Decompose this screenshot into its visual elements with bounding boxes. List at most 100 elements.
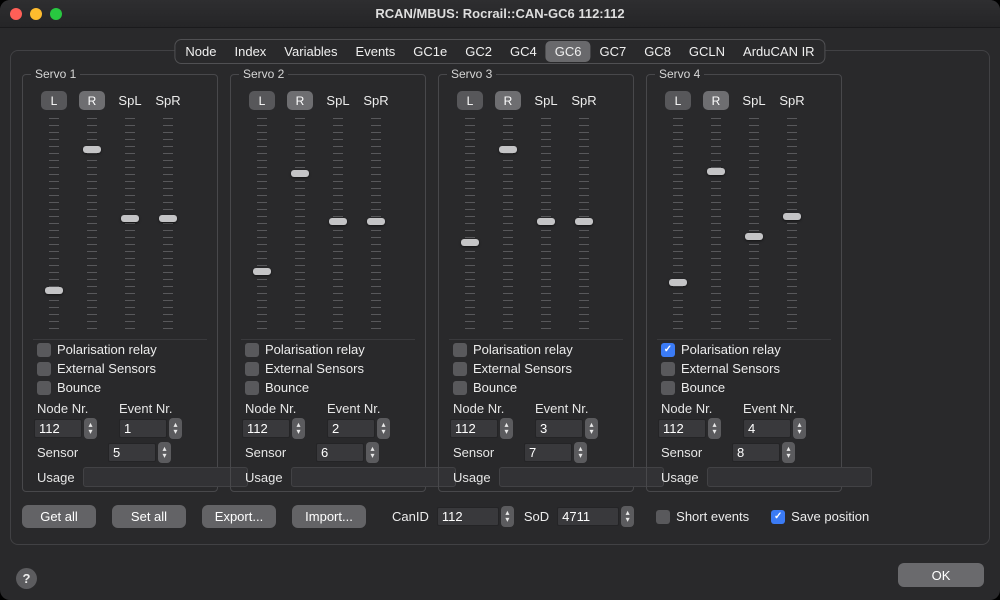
external-sensors-checkbox[interactable]: ✓ <box>661 362 675 376</box>
stepper-down-icon[interactable]: ▾ <box>381 429 385 436</box>
stepper-down-icon[interactable]: ▾ <box>712 429 716 436</box>
bounce-checkbox-row[interactable]: ✓ Bounce <box>647 378 841 397</box>
stepper-down-icon[interactable]: ▾ <box>505 517 509 524</box>
left-position-slider[interactable] <box>659 116 697 334</box>
bounce-checkbox[interactable]: ✓ <box>453 381 467 395</box>
left-position-slider[interactable] <box>451 116 489 334</box>
slider-handle[interactable] <box>367 218 385 225</box>
sensor-field[interactable] <box>316 443 364 462</box>
speed-left-slider[interactable] <box>111 116 149 334</box>
sod-field[interactable] <box>557 507 619 526</box>
left-button[interactable]: L <box>665 91 691 110</box>
import-button[interactable]: Import... <box>292 505 366 528</box>
right-position-slider[interactable] <box>281 116 319 334</box>
right-button[interactable]: R <box>79 91 105 110</box>
node-nr-field[interactable] <box>450 419 498 438</box>
tab-gc2[interactable]: GC2 <box>456 41 501 62</box>
bounce-checkbox-row[interactable]: ✓ Bounce <box>439 378 633 397</box>
right-button[interactable]: R <box>495 91 521 110</box>
tab-gc8[interactable]: GC8 <box>635 41 680 62</box>
slider-handle[interactable] <box>575 218 593 225</box>
bounce-checkbox[interactable]: ✓ <box>245 381 259 395</box>
short-events-checkbox[interactable]: ✓ <box>656 510 670 524</box>
event-nr-field[interactable] <box>119 419 167 438</box>
short-events-checkbox-row[interactable]: ✓ Short events <box>656 509 749 524</box>
event-nr-field[interactable] <box>743 419 791 438</box>
speed-right-slider[interactable] <box>565 116 603 334</box>
zoom-button[interactable] <box>50 8 62 20</box>
slider-handle[interactable] <box>707 168 725 175</box>
speed-left-slider[interactable] <box>735 116 773 334</box>
tab-events[interactable]: Events <box>347 41 405 62</box>
sensor-stepper[interactable]: ▴ ▾ <box>158 442 171 463</box>
node-nr-field[interactable] <box>658 419 706 438</box>
stepper-down-icon[interactable]: ▾ <box>578 453 582 460</box>
left-button[interactable]: L <box>41 91 67 110</box>
external-sensors-checkbox-row[interactable]: ✓ External Sensors <box>23 359 217 378</box>
right-position-slider[interactable] <box>489 116 527 334</box>
polarisation-relay-checkbox[interactable]: ✓ <box>661 343 675 357</box>
event-nr-field[interactable] <box>535 419 583 438</box>
usage-field[interactable] <box>499 467 664 487</box>
sensor-field[interactable] <box>524 443 572 462</box>
slider-handle[interactable] <box>83 146 101 153</box>
slider-handle[interactable] <box>329 218 347 225</box>
external-sensors-checkbox[interactable]: ✓ <box>245 362 259 376</box>
bounce-checkbox[interactable]: ✓ <box>661 381 675 395</box>
polarisation-relay-checkbox[interactable]: ✓ <box>37 343 51 357</box>
minimize-button[interactable] <box>30 8 42 20</box>
bounce-checkbox[interactable]: ✓ <box>37 381 51 395</box>
tab-variables[interactable]: Variables <box>275 41 346 62</box>
right-button[interactable]: R <box>703 91 729 110</box>
left-position-slider[interactable] <box>35 116 73 334</box>
slider-handle[interactable] <box>669 279 687 286</box>
polarisation-relay-checkbox-row[interactable]: ✓ Polarisation relay <box>647 340 841 359</box>
node-nr-stepper[interactable]: ▴ ▾ <box>500 418 513 439</box>
sensor-stepper[interactable]: ▴ ▾ <box>366 442 379 463</box>
usage-field[interactable] <box>83 467 248 487</box>
external-sensors-checkbox-row[interactable]: ✓ External Sensors <box>439 359 633 378</box>
polarisation-relay-checkbox-row[interactable]: ✓ Polarisation relay <box>23 340 217 359</box>
right-button[interactable]: R <box>287 91 313 110</box>
event-nr-stepper[interactable]: ▴ ▾ <box>377 418 390 439</box>
event-nr-stepper[interactable]: ▴ ▾ <box>585 418 598 439</box>
stepper-down-icon[interactable]: ▾ <box>173 429 177 436</box>
speed-right-slider[interactable] <box>773 116 811 334</box>
bounce-checkbox-row[interactable]: ✓ Bounce <box>23 378 217 397</box>
stepper-down-icon[interactable]: ▾ <box>589 429 593 436</box>
sensor-field[interactable] <box>732 443 780 462</box>
slider-handle[interactable] <box>253 268 271 275</box>
tab-index[interactable]: Index <box>225 41 275 62</box>
polarisation-relay-checkbox-row[interactable]: ✓ Polarisation relay <box>231 340 425 359</box>
slider-handle[interactable] <box>783 213 801 220</box>
speed-left-slider[interactable] <box>527 116 565 334</box>
get-all-button[interactable]: Get all <box>22 505 96 528</box>
bounce-checkbox-row[interactable]: ✓ Bounce <box>231 378 425 397</box>
polarisation-relay-checkbox[interactable]: ✓ <box>245 343 259 357</box>
usage-field[interactable] <box>707 467 872 487</box>
slider-handle[interactable] <box>499 146 517 153</box>
left-button[interactable]: L <box>249 91 275 110</box>
left-position-slider[interactable] <box>243 116 281 334</box>
slider-handle[interactable] <box>537 218 555 225</box>
ok-button[interactable]: OK <box>898 563 984 587</box>
canid-field[interactable] <box>437 507 499 526</box>
sensor-stepper[interactable]: ▴ ▾ <box>782 442 795 463</box>
speed-right-slider[interactable] <box>357 116 395 334</box>
tab-gcln[interactable]: GCLN <box>680 41 734 62</box>
sod-stepper[interactable]: ▴ ▾ <box>621 506 634 527</box>
tab-arducan-ir[interactable]: ArduCAN IR <box>734 41 824 62</box>
event-nr-field[interactable] <box>327 419 375 438</box>
slider-handle[interactable] <box>745 233 763 240</box>
stepper-down-icon[interactable]: ▾ <box>797 429 801 436</box>
slider-handle[interactable] <box>461 239 479 246</box>
stepper-down-icon[interactable]: ▾ <box>370 453 374 460</box>
help-button[interactable]: ? <box>16 568 37 589</box>
close-button[interactable] <box>10 8 22 20</box>
node-nr-field[interactable] <box>242 419 290 438</box>
external-sensors-checkbox-row[interactable]: ✓ External Sensors <box>231 359 425 378</box>
event-nr-stepper[interactable]: ▴ ▾ <box>793 418 806 439</box>
external-sensors-checkbox[interactable]: ✓ <box>37 362 51 376</box>
set-all-button[interactable]: Set all <box>112 505 186 528</box>
slider-handle[interactable] <box>291 170 309 177</box>
